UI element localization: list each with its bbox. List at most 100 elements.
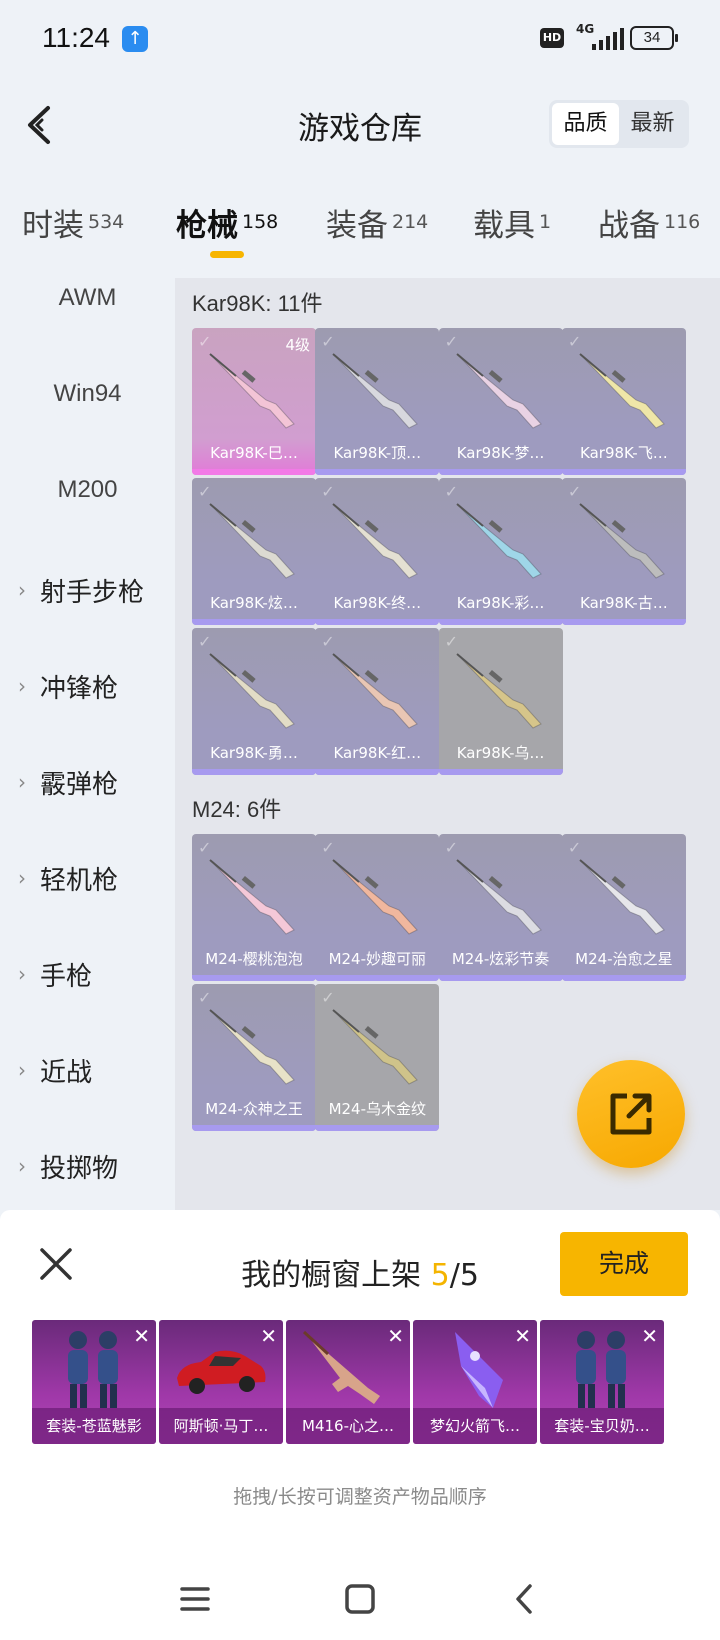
weapon-skin-card[interactable]: ✓ Kar98K-飞… — [561, 328, 686, 475]
tab-vehicles[interactable]: 载具 1 — [473, 200, 551, 260]
sidebar-item-label: 近战 — [40, 1058, 93, 1088]
close-button[interactable] — [36, 1244, 76, 1284]
rarity-bar — [315, 769, 440, 775]
remove-icon[interactable]: ✕ — [641, 1324, 658, 1348]
rarity-bar — [315, 619, 440, 625]
weapon-skin-name: Kar98K-飞… — [580, 444, 668, 462]
showcase-item[interactable]: ✕ 阿斯顿·马丁… — [159, 1320, 283, 1444]
weapon-skin-card[interactable]: ✓ Kar98K-古… — [561, 478, 686, 625]
tab-label: 装备 — [326, 208, 388, 244]
weapon-skin-card[interactable]: ✓ Kar98K-彩… — [438, 478, 563, 625]
weapon-skin-name: M24-乌木金纹 — [328, 1100, 427, 1118]
remove-icon[interactable]: ✕ — [133, 1324, 150, 1348]
rarity-bar — [561, 975, 686, 981]
weapon-skin-card[interactable]: ✓ M24-炫彩节奏 — [438, 834, 563, 981]
rifle-icon — [209, 353, 295, 429]
menu-icon — [180, 1587, 210, 1611]
sidebar-item-melee[interactable]: › 近战 — [0, 1038, 175, 1098]
rarity-bar — [192, 1125, 316, 1131]
tab-equipment[interactable]: 装备 214 — [326, 200, 428, 260]
weapon-skin-card[interactable]: ✓ M24-治愈之星 — [561, 834, 686, 981]
sort-quality[interactable]: 品质 — [552, 103, 619, 145]
rarity-bar — [315, 1125, 440, 1131]
showcase-title-text: 我的橱窗上架 — [241, 1258, 431, 1293]
sidebar-item-marksman-rifles[interactable]: › 射手步枪 — [0, 558, 175, 618]
back-button[interactable] — [20, 100, 60, 150]
rifle-icon — [332, 503, 419, 579]
check-icon: ✓ — [198, 838, 212, 857]
rifle-icon — [209, 653, 295, 729]
rarity-bar — [438, 769, 563, 775]
tab-count: 158 — [242, 211, 279, 233]
check-icon: ✓ — [444, 632, 458, 651]
group-title-m24: M24: 6件 — [192, 797, 282, 822]
sidebar-item-shotguns[interactable]: › 霰弹枪 — [0, 750, 175, 810]
weapon-skin-card[interactable]: ✓ Kar98K-红… — [315, 628, 440, 775]
weapon-skin-card[interactable]: ✓ Kar98K-梦… — [438, 328, 563, 475]
showcase-item[interactable]: ✕ M416-心之… — [286, 1320, 410, 1444]
weapon-skin-card[interactable]: ✓ M24-众神之王 — [192, 984, 316, 1131]
weapon-skin-card[interactable]: ✓ 4级 Kar98K-巳… — [192, 328, 316, 475]
showcase-item[interactable]: ✕ 套装-宝贝奶… — [540, 1320, 664, 1444]
system-back-button[interactable] — [500, 1574, 550, 1624]
status-time: 11:24 — [42, 22, 110, 53]
rifle-icon — [455, 653, 542, 729]
weapon-skin-name: M24-妙趣可丽 — [328, 950, 427, 968]
tab-label: 枪械 — [176, 208, 238, 244]
weapon-skin-name: Kar98K-炫… — [210, 594, 298, 612]
weapon-skin-card[interactable]: ✓ M24-乌木金纹 — [315, 984, 440, 1131]
home-button[interactable] — [335, 1574, 385, 1624]
weapon-skin-card[interactable]: ✓ M24-樱桃泡泡 — [192, 834, 316, 981]
rarity-bar — [192, 769, 316, 775]
sidebar-item-smg[interactable]: › 冲锋枪 — [0, 654, 175, 714]
reorder-hint: 拖拽/长按可调整资产物品顺序 — [233, 1486, 487, 1508]
status-bar: 11:24 ↑ HD 4G 34 — [0, 0, 720, 80]
rarity-bar — [561, 619, 686, 625]
remove-icon[interactable]: ✕ — [514, 1324, 531, 1348]
showcase-item[interactable]: ✕ 套装-苍蓝魅影 — [32, 1320, 156, 1444]
sidebar-item-label: 手枪 — [40, 962, 93, 992]
sidebar-item-label: 冲锋枪 — [40, 674, 119, 704]
tab-label: 时装 — [22, 208, 84, 244]
remove-icon[interactable]: ✕ — [260, 1324, 277, 1348]
sidebar-item-lmg[interactable]: › 轻机枪 — [0, 846, 175, 906]
chevron-right-icon: › — [18, 578, 26, 602]
weapon-skin-name: M24-众神之王 — [205, 1100, 303, 1118]
rarity-bar — [192, 975, 316, 981]
weapon-skin-card[interactable]: ✓ Kar98K-炫… — [192, 478, 316, 625]
chevron-right-icon: › — [18, 770, 26, 794]
done-button[interactable]: 完成 — [560, 1232, 688, 1296]
weapon-skin-card[interactable]: ✓ Kar98K-乌… — [438, 628, 563, 775]
showcase-items: ✕ 套装-苍蓝魅影 ✕ 阿斯顿·马丁… ✕ M416-心之… ✕ 梦幻火箭飞… ✕ 套装-宝贝奶… — [32, 1320, 692, 1444]
rifle-icon — [332, 653, 419, 729]
chevron-right-icon: › — [18, 866, 26, 890]
weapon-skin-name: Kar98K-勇… — [210, 744, 298, 762]
sort-latest[interactable]: 最新 — [619, 103, 686, 145]
weapon-skin-name: Kar98K-巳… — [210, 444, 298, 462]
tab-gear[interactable]: 战备 116 — [598, 200, 700, 260]
showcase-item[interactable]: ✕ 梦幻火箭飞… — [413, 1320, 537, 1444]
sidebar-item-win94[interactable]: Win94 — [0, 366, 175, 426]
showcase-item-name: M416-心之… — [286, 1408, 410, 1444]
tab-count: 214 — [392, 211, 429, 233]
weapon-skin-card[interactable]: ✓ Kar98K-顶… — [315, 328, 440, 475]
sidebar-item-m200[interactable]: M200 — [0, 462, 175, 522]
car-icon — [177, 1350, 266, 1394]
menu-button[interactable] — [170, 1574, 220, 1624]
tab-outfits[interactable]: 时装 534 — [22, 200, 124, 260]
sidebar-item-label: 轻机枪 — [40, 866, 119, 896]
weapon-skin-card[interactable]: ✓ Kar98K-勇… — [192, 628, 316, 775]
rarity-bar — [438, 469, 563, 475]
chevron-right-icon: › — [18, 1154, 26, 1178]
remove-icon[interactable]: ✕ — [387, 1324, 404, 1348]
signal-icon — [592, 28, 624, 50]
sidebar-item-awm[interactable]: AWM — [0, 270, 175, 330]
rifle-icon — [302, 1330, 380, 1404]
sidebar-item-throwables[interactable]: › 投掷物 — [0, 1134, 175, 1194]
weapon-skin-card[interactable]: ✓ Kar98K-终… — [315, 478, 440, 625]
sidebar-item-pistols[interactable]: › 手枪 — [0, 942, 175, 1002]
share-button[interactable] — [577, 1060, 685, 1168]
weapon-skin-name: Kar98K-顶… — [333, 444, 422, 462]
weapon-skin-card[interactable]: ✓ M24-妙趣可丽 — [315, 834, 440, 981]
rifle-icon — [455, 353, 542, 429]
